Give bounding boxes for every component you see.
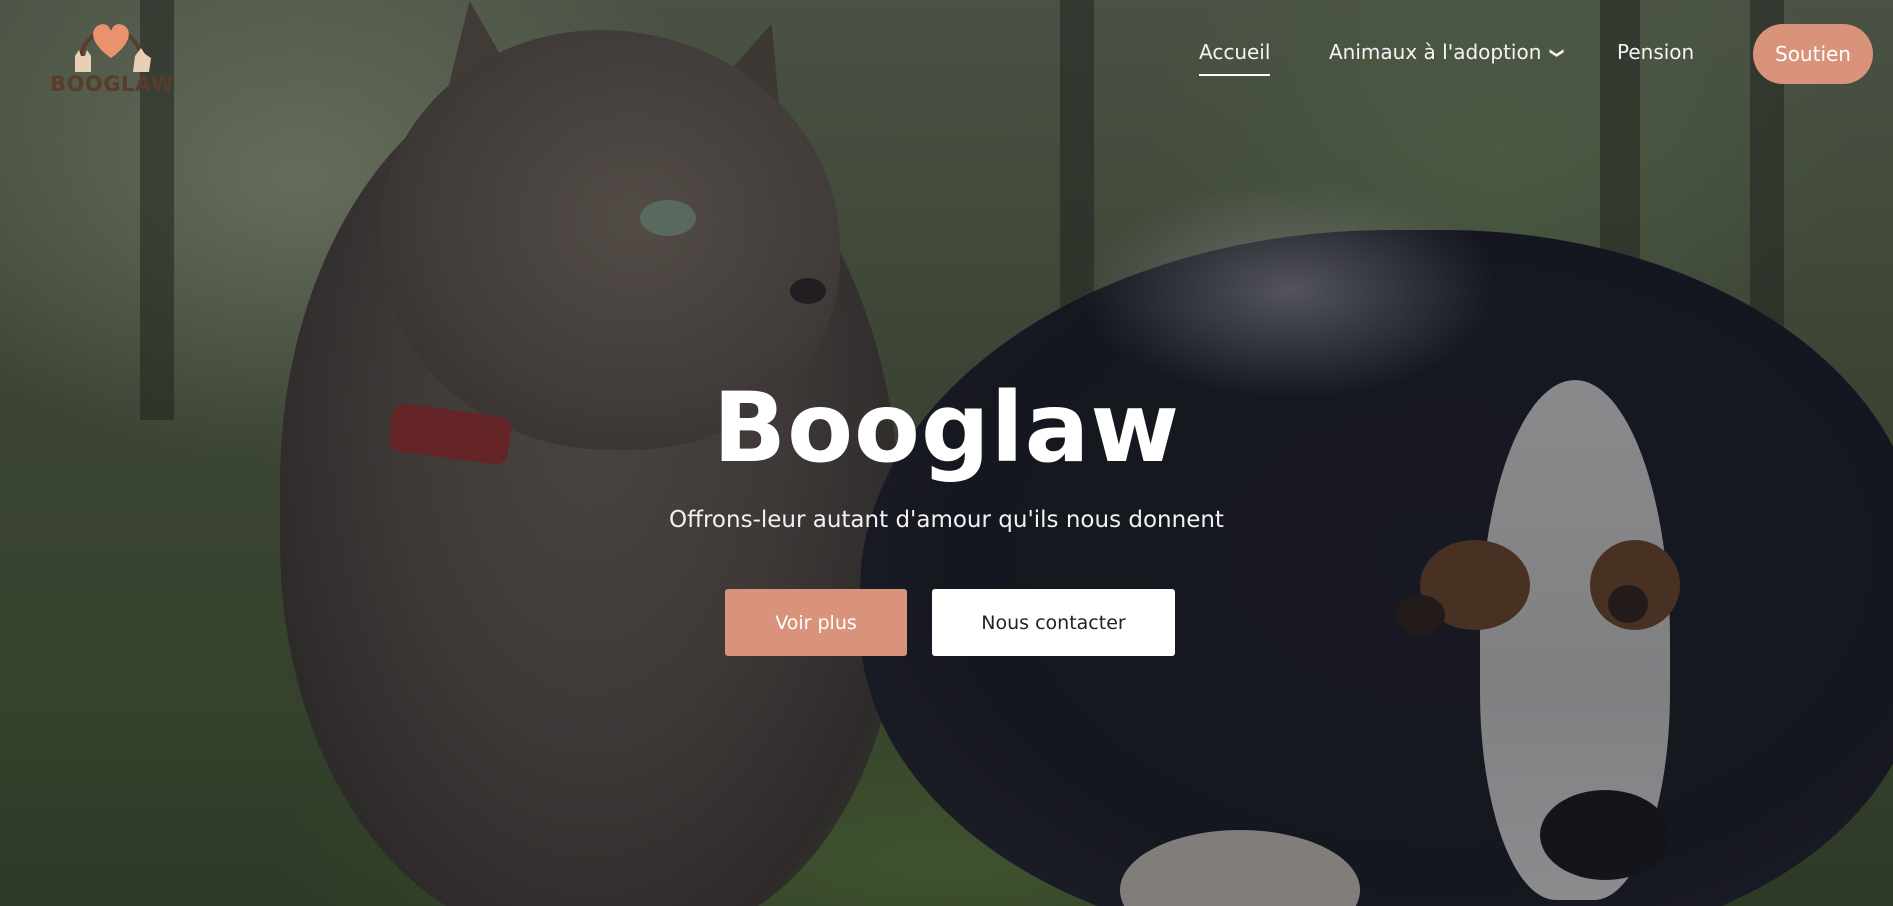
site-header: BOOGLAW Accueil Animaux à l'adoption ❯ Pe… xyxy=(0,0,1893,110)
logo-heart-icon xyxy=(75,24,151,72)
nav-item-animaux-adoption[interactable]: Animaux à l'adoption ❯ xyxy=(1329,40,1566,64)
hero-title: Booglaw xyxy=(712,372,1181,484)
nav-item-accueil[interactable]: Accueil xyxy=(1199,40,1271,76)
hero-subtitle: Offrons-leur autant d'amour qu'ils nous … xyxy=(669,507,1224,533)
nous-contacter-button[interactable]: Nous contacter xyxy=(932,589,1175,656)
voir-plus-button[interactable]: Voir plus xyxy=(725,589,907,656)
site-logo[interactable]: BOOGLAW xyxy=(50,12,175,98)
nav-item-pension[interactable]: Pension xyxy=(1617,40,1694,64)
nav-item-label: Animaux à l'adoption xyxy=(1329,40,1542,64)
soutien-button[interactable]: Soutien xyxy=(1753,24,1873,84)
chevron-down-icon: ❯ xyxy=(1549,47,1566,59)
logo-text: BOOGLAW xyxy=(50,72,175,96)
